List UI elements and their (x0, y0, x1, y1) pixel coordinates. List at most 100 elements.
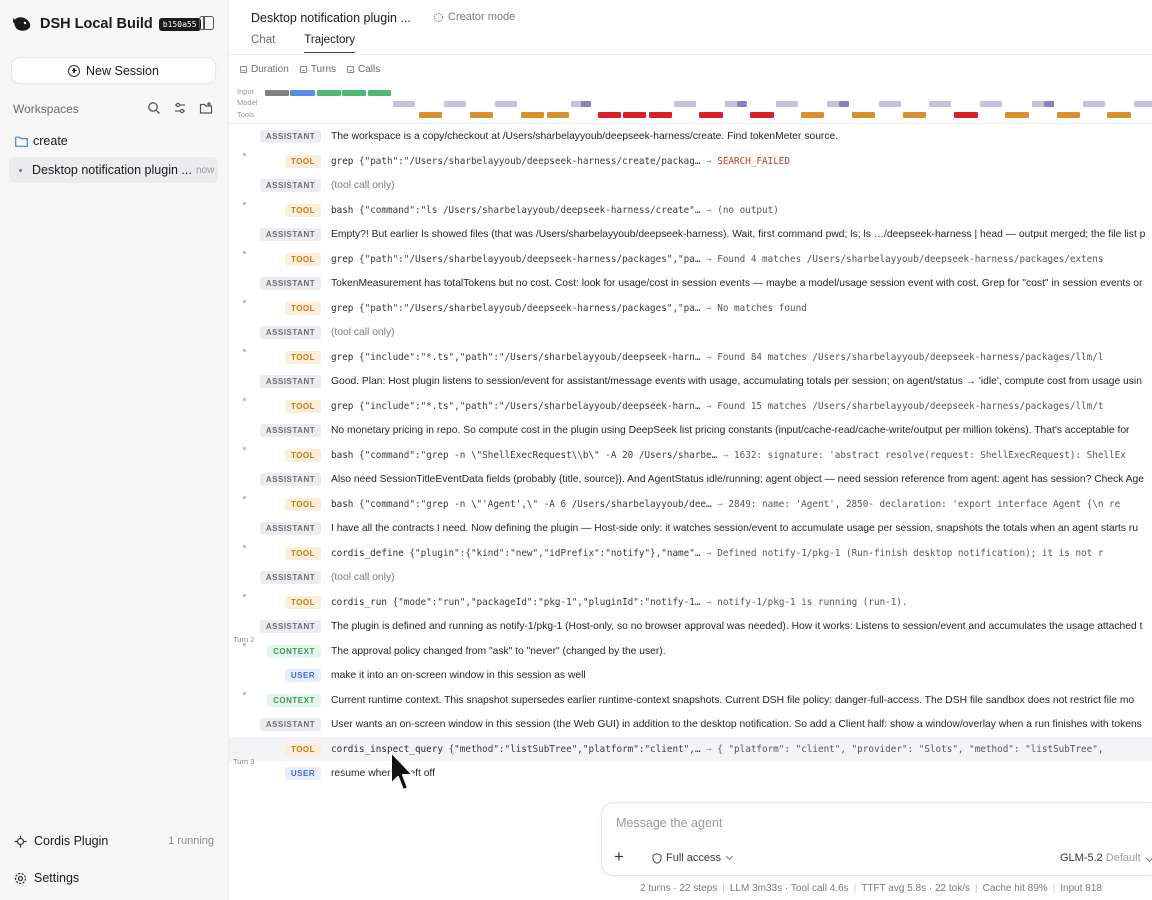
timeline-segment[interactable] (1057, 112, 1080, 118)
clock-icon (240, 66, 247, 73)
context-badge: CONTEXT (267, 693, 321, 707)
assistant-row[interactable]: ASSISTANT Good. Plan: Host plugin listens… (229, 369, 1152, 393)
timeline-segment[interactable] (852, 112, 875, 118)
creator-mode-label: Creator mode (448, 11, 516, 23)
tool-row[interactable]: TOOL grep {"include":"*.ts","path":"/User… (229, 394, 1152, 418)
metric-turns[interactable]: Turns (299, 64, 336, 75)
attach-plus-button[interactable]: + (614, 848, 624, 865)
assistant-badge: ASSISTANT (260, 374, 321, 388)
tool-row[interactable]: TOOL grep {"path":"/Users/sharbelayyoub/d… (229, 296, 1152, 320)
tool-row[interactable]: TOOL bash {"command":"grep -n \"ShellExec… (229, 443, 1152, 467)
turns-icon (299, 66, 307, 73)
tool-row[interactable]: TOOL grep {"include":"*.ts","path":"/User… (229, 345, 1152, 369)
assistant-row[interactable]: ASSISTANT The plugin is defined and runni… (229, 614, 1152, 638)
user-row[interactable]: USER resume where it left off (229, 761, 1152, 785)
tool-args: {"path":"/Users/sharbelayyoub/deepseek-h… (359, 155, 701, 167)
timeline-segment[interactable] (495, 101, 517, 107)
tool-row[interactable]: TOOL grep {"path":"/Users/sharbelayyoub/d… (229, 247, 1152, 271)
search-icon[interactable] (147, 101, 161, 115)
whale-logo-icon (13, 17, 31, 31)
tool-result: Found 15 matches /Users/sharbelayyoub/de… (717, 400, 1104, 412)
assistant-row[interactable]: ASSISTANT TokenMeasurement has totalToken… (229, 271, 1152, 295)
timeline-segment[interactable] (954, 112, 978, 118)
timeline-segment[interactable] (801, 112, 824, 118)
timeline-segment[interactable] (521, 112, 544, 118)
timeline-segment[interactable] (342, 90, 366, 96)
timeline-segment[interactable] (1083, 101, 1105, 107)
settings-item[interactable]: Settings (14, 869, 214, 887)
timeline-segment[interactable] (1005, 112, 1029, 118)
lane-label-tools: Tools (237, 110, 255, 119)
assistant-row[interactable]: ASSISTANT Also need SessionTitleEventData… (229, 467, 1152, 491)
timeline-segment[interactable] (903, 112, 926, 118)
assistant-row[interactable]: ASSISTANT Empty?! But earlier ls showed f… (229, 222, 1152, 246)
timeline-segment[interactable] (547, 112, 569, 118)
tool-badge: TOOL (285, 301, 321, 315)
timeline-segment[interactable] (444, 101, 466, 107)
timeline-segment[interactable] (649, 112, 672, 118)
timeline-segment[interactable] (290, 90, 315, 96)
timeline-segment[interactable] (699, 112, 723, 118)
timeline-segment[interactable] (1107, 112, 1131, 118)
tool-row[interactable]: TOOL bash {"command":"grep -n \"'Agent',\… (229, 492, 1152, 516)
new-session-button[interactable]: New Session (11, 57, 216, 84)
cordis-plugin-item[interactable]: Cordis Plugin 1 running (14, 832, 214, 850)
tool-row[interactable]: TOOL cordis_run {"mode":"run","packageId"… (229, 590, 1152, 614)
tool-row[interactable]: TOOL grep {"path":"/Users/sharbelayyoub/d… (229, 149, 1152, 173)
model-dropdown[interactable]: GLM-5.2 Default (1060, 852, 1152, 864)
creator-mode-toggle[interactable]: Creator mode (433, 11, 515, 23)
timeline-segment[interactable] (737, 101, 747, 107)
sidebar-toggle-icon[interactable] (199, 16, 214, 30)
timeline-segment[interactable] (265, 90, 289, 96)
timeline-segment[interactable] (623, 112, 646, 118)
tool-row[interactable]: TOOL bash {"command":"ls /Users/sharbelay… (229, 198, 1152, 222)
timeline-segment[interactable] (674, 101, 696, 107)
sparkle-icon (434, 12, 443, 22)
timeline-segment[interactable] (317, 90, 341, 96)
access-dropdown[interactable]: Full access (652, 852, 734, 864)
timeline-segment[interactable] (879, 101, 901, 107)
timeline-segment[interactable] (419, 112, 442, 118)
timeline-segment[interactable] (929, 101, 951, 107)
assistant-row[interactable]: ASSISTANT No monetary pricing in repo. So… (229, 418, 1152, 442)
folder-icon (15, 136, 28, 147)
tool-args: {"method":"listSubTree","platform":"clie… (448, 743, 701, 755)
tool-row[interactable]: TOOL cordis_inspect_query {"method":"list… (229, 737, 1152, 761)
context-row[interactable]: CONTEXT Current runtime context. This sna… (229, 688, 1152, 712)
assistant-row[interactable]: ASSISTANT The workspace is a copy/checkou… (229, 124, 1152, 148)
assistant-row[interactable]: ASSISTANT User wants an on-screen window … (229, 712, 1152, 736)
assistant-row[interactable]: ASSISTANT (tool call only) (229, 320, 1152, 344)
tool-row[interactable]: TOOL cordis_define {"plugin":{"kind":"new… (229, 541, 1152, 565)
new-folder-icon[interactable] (199, 101, 213, 115)
tool-name: grep (331, 400, 354, 412)
timeline-segment[interactable] (776, 101, 798, 107)
metric-duration[interactable]: Duration (240, 64, 289, 75)
timeline-segment[interactable] (581, 101, 591, 107)
assistant-badge: ASSISTANT (260, 129, 321, 143)
timeline-segment[interactable] (598, 112, 621, 118)
timeline-segment[interactable] (1134, 101, 1152, 107)
tool-result: Defined notify-1/pkg-1 (Run-finish deskt… (717, 547, 1104, 559)
timeline-segment[interactable] (839, 101, 849, 107)
timeline-segment[interactable] (368, 90, 391, 96)
timeline-segment[interactable] (1044, 101, 1054, 107)
tab-trajectory[interactable]: Trajectory (304, 34, 355, 53)
tool-call: grep {"include":"*.ts","path":"/Users/sh… (331, 401, 1103, 412)
timeline-segment[interactable] (470, 112, 493, 118)
timeline-segment[interactable] (980, 101, 1002, 107)
assistant-row[interactable]: ASSISTANT (tool call only) (229, 173, 1152, 197)
model-default-label: Default (1105, 852, 1141, 864)
tool-args: {"include":"*.ts","path":"/Users/sharbel… (359, 400, 701, 412)
assistant-row[interactable]: ASSISTANT (tool call only) (229, 565, 1152, 589)
context-row[interactable]: CONTEXT The approval policy changed from … (229, 639, 1152, 663)
workspace-folder[interactable]: create (15, 133, 68, 149)
timeline-segment[interactable] (393, 101, 415, 107)
timeline-segment[interactable] (750, 112, 774, 118)
tab-chat[interactable]: Chat (251, 34, 275, 53)
assistant-row[interactable]: ASSISTANT I have all the contracts I need… (229, 516, 1152, 540)
session-item[interactable]: Desktop notification plugin ... now (9, 157, 218, 183)
filter-sliders-icon[interactable] (173, 101, 187, 115)
metric-calls[interactable]: Calls (347, 64, 380, 75)
message-input[interactable]: Message the agent (616, 816, 722, 830)
user-row[interactable]: USER make it into an on-screen window in … (229, 663, 1152, 687)
